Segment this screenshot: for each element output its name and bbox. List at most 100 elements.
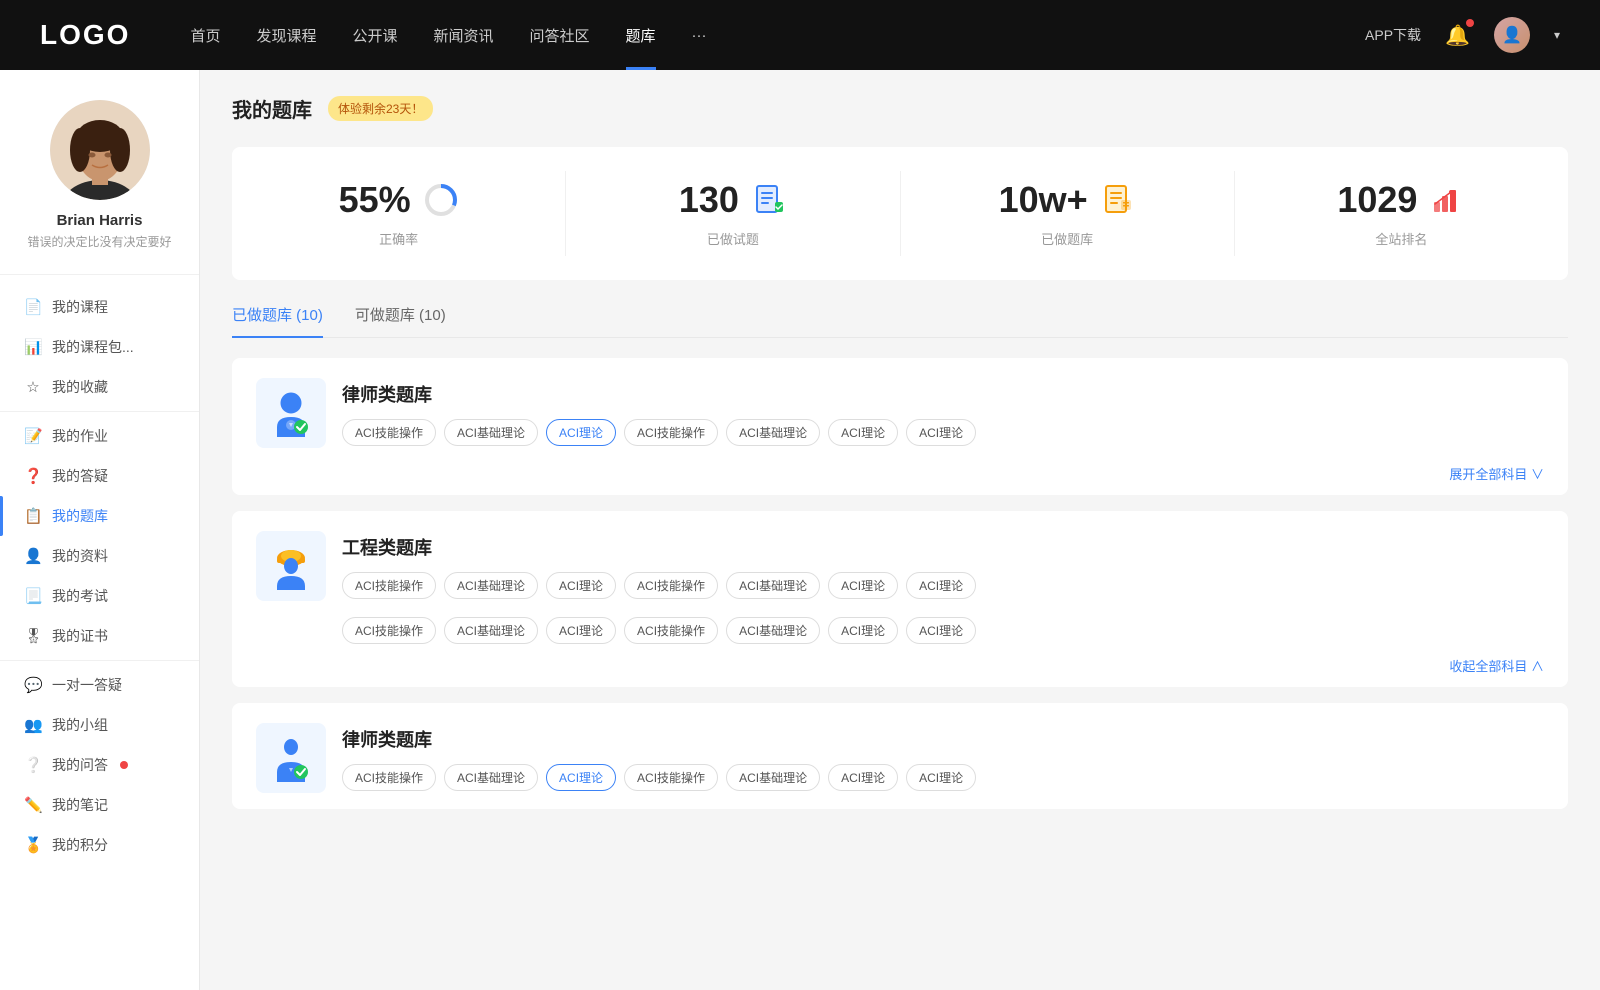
1on1-icon: 💬 — [24, 676, 42, 694]
tab-done-banks[interactable]: 已做题库 (10) — [232, 304, 323, 337]
bank-card-2-name: 工程类题库 — [342, 534, 1544, 560]
page-header: 我的题库 体验剩余23天！ — [232, 94, 1568, 123]
bank-tag[interactable]: ACI技能操作 — [624, 572, 718, 599]
engineer-icon — [267, 542, 315, 590]
bank-card-2-collapse[interactable]: 收起全部科目 ∧ — [1449, 656, 1544, 675]
nav-more[interactable]: ··· — [692, 27, 707, 44]
sidebar-menu: 📄 我的课程 📊 我的课程包... ☆ 我的收藏 📝 我的作业 ❓ 我的答疑 � — [0, 283, 199, 869]
bank-tag[interactable]: ACI基础理论 — [444, 572, 538, 599]
bank-tag[interactable]: ACI技能操作 — [624, 764, 718, 791]
bank-tag[interactable]: ACI理论 — [546, 617, 616, 644]
sidebar-item-points[interactable]: 🏅 我的积分 — [0, 825, 199, 865]
stat-accuracy-icon — [423, 182, 459, 218]
bank-tag-active[interactable]: ACI理论 — [546, 419, 616, 446]
sidebar-item-qna[interactable]: ❓ 我的答疑 — [0, 456, 199, 496]
stat-rank-label: 全站排名 — [1375, 229, 1427, 248]
sidebar-item-cert[interactable]: 🎖 我的证书 — [0, 616, 199, 656]
sidebar-profile: Brian Harris 错误的决定比没有决定要好 — [0, 100, 199, 275]
nav-home[interactable]: 首页 — [190, 25, 220, 46]
sidebar-divider-2 — [0, 660, 199, 661]
bank-tag[interactable]: ACI理论 — [906, 764, 976, 791]
sidebar-item-1on1[interactable]: 💬 一对一答疑 — [0, 665, 199, 705]
bank-tag[interactable]: ACI技能操作 — [342, 419, 436, 446]
bank-card-2-footer: 收起全部科目 ∧ — [232, 656, 1568, 687]
bank-tag[interactable]: ACI理论 — [828, 419, 898, 446]
bank-tag[interactable]: ACI基础理论 — [726, 764, 820, 791]
sidebar-item-label: 一对一答疑 — [52, 675, 122, 695]
sidebar-item-profile[interactable]: 👤 我的资料 — [0, 536, 199, 576]
nav-open-course[interactable]: 公开课 — [352, 25, 397, 46]
stat-done-questions: 130 已做试题 — [566, 171, 900, 256]
bank-card-1-expand[interactable]: 展开全部科目 ∨ — [1449, 464, 1544, 483]
stat-accuracy-label: 正确率 — [379, 229, 418, 248]
sidebar-item-label: 我的课程 — [52, 297, 108, 317]
bank-card-3-info: 律师类题库 ACI技能操作 ACI基础理论 ACI理论 ACI技能操作 ACI基… — [342, 726, 1544, 791]
group-icon: 👥 — [24, 716, 42, 734]
bank-tag[interactable]: ACI技能操作 — [342, 764, 436, 791]
stat-rank-value: 1029 — [1337, 179, 1417, 221]
bank-tag[interactable]: ACI理论 — [906, 572, 976, 599]
app-download-button[interactable]: APP下载 — [1365, 25, 1421, 45]
nav-news[interactable]: 新闻资讯 — [434, 25, 494, 46]
bank-card-3-name: 律师类题库 — [342, 726, 1544, 752]
bank-tag[interactable]: ACI基础理论 — [444, 617, 538, 644]
page-title: 我的题库 — [232, 94, 312, 123]
bank-card-1-tags: ACI技能操作 ACI基础理论 ACI理论 ACI技能操作 ACI基础理论 AC… — [342, 419, 1544, 446]
bank-card-2-tags-row2: ACI技能操作 ACI基础理论 ACI理论 ACI技能操作 ACI基础理论 AC… — [232, 617, 1568, 656]
sidebar-item-exam[interactable]: 📃 我的考试 — [0, 576, 199, 616]
profile-icon: 👤 — [24, 547, 42, 565]
bank-tag[interactable]: ACI基础理论 — [726, 617, 820, 644]
bank-tag[interactable]: ACI基础理论 — [726, 572, 820, 599]
stats-card: 55% 正确率 130 — [232, 147, 1568, 280]
bank-tag[interactable]: ACI技能操作 — [624, 419, 718, 446]
bank-tag[interactable]: ACI理论 — [828, 617, 898, 644]
sidebar-item-my-qna[interactable]: ❔ 我的问答 — [0, 745, 199, 785]
stat-accuracy-value: 55% — [339, 179, 411, 221]
favorites-icon: ☆ — [24, 378, 42, 396]
sidebar-item-quiz-bank[interactable]: 📋 我的题库 — [0, 496, 199, 536]
stat-done-banks-value: 10w+ — [999, 179, 1088, 221]
stat-accuracy: 55% 正确率 — [232, 171, 566, 256]
stat-done-banks-label: 已做题库 — [1041, 229, 1093, 248]
bank-tag[interactable]: ACI理论 — [906, 419, 976, 446]
header: LOGO 首页 发现课程 公开课 新闻资讯 问答社区 题库 ··· APP下载 … — [0, 0, 1600, 70]
nav-qa[interactable]: 问答社区 — [530, 25, 590, 46]
avatar[interactable]: 👤 — [1494, 17, 1530, 53]
sidebar-item-label: 我的资料 — [52, 546, 108, 566]
bank-tag[interactable]: ACI技能操作 — [624, 617, 718, 644]
sidebar-item-group[interactable]: 👥 我的小组 — [0, 705, 199, 745]
sidebar-item-course-pack[interactable]: 📊 我的课程包... — [0, 327, 199, 367]
bank-tag[interactable]: ACI理论 — [906, 617, 976, 644]
chart-red-icon — [1431, 184, 1463, 216]
sidebar-item-course[interactable]: 📄 我的课程 — [0, 287, 199, 327]
bank-tag[interactable]: ACI理论 — [546, 572, 616, 599]
tab-available-banks[interactable]: 可做题库 (10) — [355, 304, 446, 337]
sidebar-item-label: 我的题库 — [52, 506, 108, 526]
bank-tag[interactable]: ACI基础理论 — [444, 764, 538, 791]
bell-icon[interactable]: 🔔 — [1445, 23, 1470, 48]
sidebar-item-favorites[interactable]: ☆ 我的收藏 — [0, 367, 199, 407]
bank-tag[interactable]: ACI技能操作 — [342, 572, 436, 599]
user-dropdown-caret[interactable]: ▾ — [1554, 28, 1560, 42]
stat-rank: 1029 全站排名 — [1235, 171, 1568, 256]
bank-card-1-name: 律师类题库 — [342, 381, 1544, 407]
lawyer-icon — [267, 389, 315, 437]
sidebar-item-homework[interactable]: 📝 我的作业 — [0, 416, 199, 456]
sidebar-item-label: 我的证书 — [52, 626, 108, 646]
sidebar-divider-1 — [0, 411, 199, 412]
sidebar-item-notes[interactable]: ✏️ 我的笔记 — [0, 785, 199, 825]
nav-discover[interactable]: 发现课程 — [256, 25, 316, 46]
bank-tag[interactable]: ACI理论 — [828, 572, 898, 599]
stat-done-questions-row: 130 — [679, 179, 787, 221]
doc-blue-icon — [753, 184, 785, 216]
stat-done-questions-label: 已做试题 — [707, 229, 759, 248]
main-content: 我的题库 体验剩余23天！ 55% 正确率 — [200, 70, 1600, 990]
nav-quiz[interactable]: 题库 — [626, 25, 656, 46]
notes-icon: ✏️ — [24, 796, 42, 814]
bank-tag[interactable]: ACI基础理论 — [444, 419, 538, 446]
bank-tag[interactable]: ACI理论 — [828, 764, 898, 791]
bank-card-1-footer: 展开全部科目 ∨ — [232, 464, 1568, 495]
bank-tag-active[interactable]: ACI理论 — [546, 764, 616, 791]
bank-tag[interactable]: ACI技能操作 — [342, 617, 436, 644]
bank-tag[interactable]: ACI基础理论 — [726, 419, 820, 446]
